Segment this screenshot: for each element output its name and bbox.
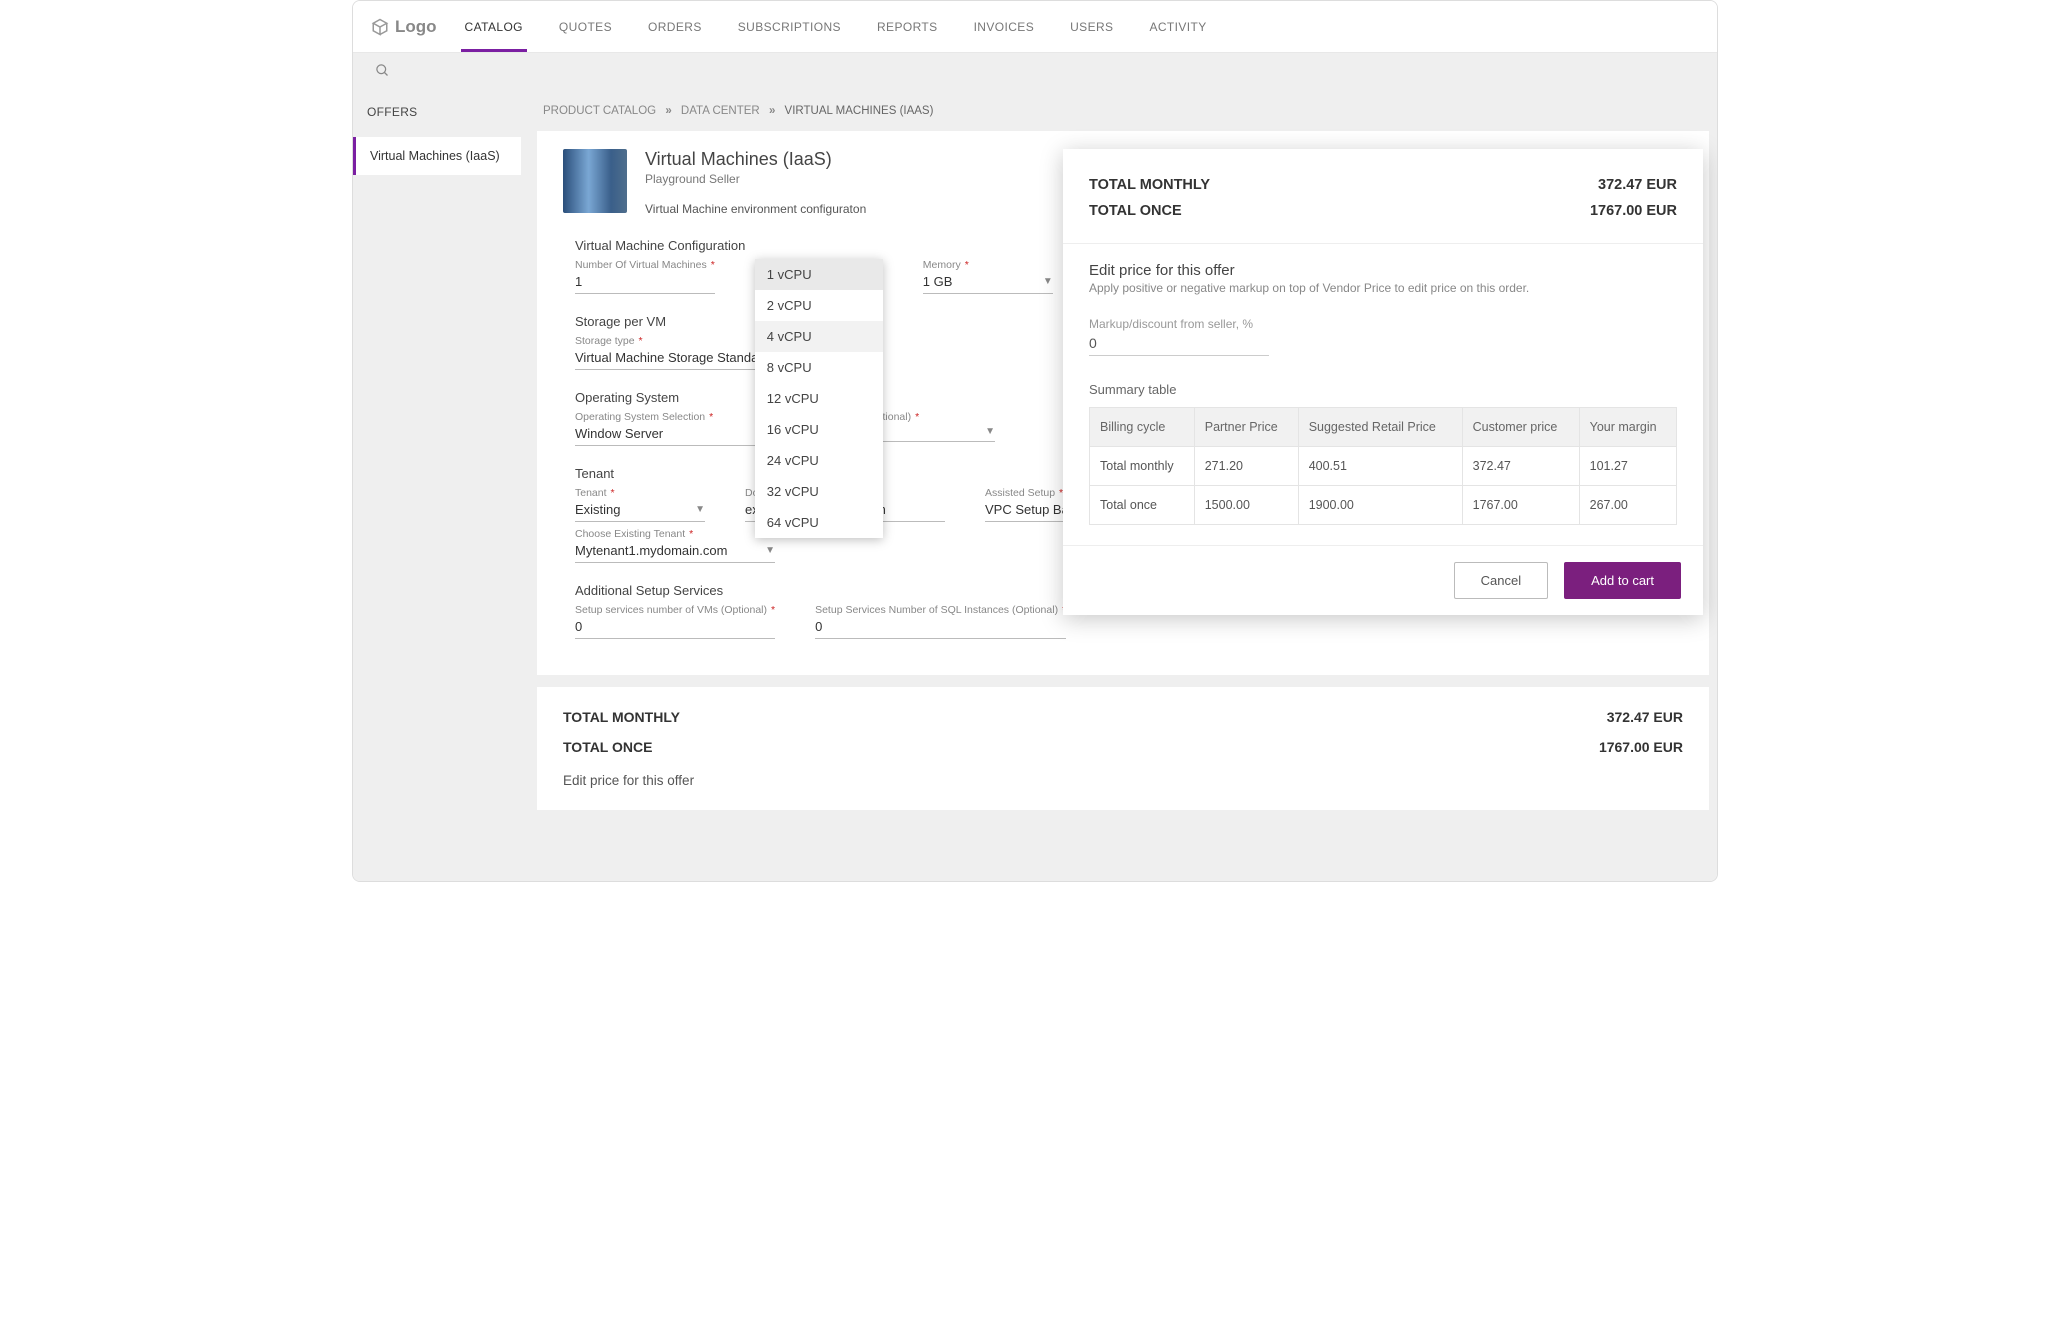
panel-edit-title: Edit price for this offer bbox=[1089, 262, 1677, 279]
panel-total-once-value: 1767.00 EUR bbox=[1590, 203, 1677, 219]
field-label: Memory* bbox=[923, 259, 1053, 271]
nav-catalog[interactable]: CATALOG bbox=[461, 2, 527, 52]
vcpu-option[interactable]: 8 vCPU bbox=[755, 352, 883, 383]
breadcrumb-item[interactable]: DATA CENTER bbox=[681, 105, 760, 117]
panel-edit-hint: Apply positive or negative markup on top… bbox=[1089, 281, 1677, 295]
num-vm-input[interactable]: 1 bbox=[575, 271, 715, 294]
pricing-panel: TOTAL MONTHLY 372.47 EUR TOTAL ONCE 1767… bbox=[1063, 149, 1703, 615]
total-once-label: TOTAL ONCE bbox=[563, 739, 652, 755]
vcpu-option[interactable]: 64 vCPU bbox=[755, 507, 883, 538]
existing-tenant-select[interactable]: Mytenant1.mydomain.com▼ bbox=[575, 540, 775, 563]
summary-table-label: Summary table bbox=[1089, 382, 1677, 397]
chevron-down-icon: ▼ bbox=[985, 426, 995, 437]
table-row: Total once 1500.00 1900.00 1767.00 267.0… bbox=[1090, 486, 1677, 525]
totals-card: TOTAL MONTHLY 372.47 EUR TOTAL ONCE 1767… bbox=[537, 687, 1709, 810]
nav-invoices[interactable]: INVOICES bbox=[970, 2, 1039, 52]
markup-label: Markup/discount from seller, % bbox=[1089, 317, 1677, 331]
table-row: Total monthly 271.20 400.51 372.47 101.2… bbox=[1090, 447, 1677, 486]
cube-icon bbox=[371, 18, 389, 36]
setup-sql-input[interactable]: 0 bbox=[815, 616, 1066, 639]
primary-nav: CATALOG QUOTES ORDERS SUBSCRIPTIONS REPO… bbox=[461, 2, 1211, 52]
edit-price-title: Edit price for this offer bbox=[563, 773, 1683, 788]
breadcrumb: PRODUCT CATALOG » DATA CENTER » VIRTUAL … bbox=[521, 91, 1717, 131]
total-monthly-label: TOTAL MONTHLY bbox=[563, 709, 680, 725]
sidebar: OFFERS Virtual Machines (IaaS) bbox=[353, 91, 521, 881]
th-srp: Suggested Retail Price bbox=[1298, 408, 1462, 447]
search-row bbox=[353, 53, 1717, 91]
breadcrumb-item: VIRTUAL MACHINES (IAAS) bbox=[785, 105, 934, 117]
summary-table: Billing cycle Partner Price Suggested Re… bbox=[1089, 407, 1677, 525]
vcpu-option[interactable]: 4 vCPU bbox=[755, 321, 883, 352]
vcpu-option[interactable]: 16 vCPU bbox=[755, 414, 883, 445]
nav-users[interactable]: USERS bbox=[1066, 2, 1117, 52]
tenant-select[interactable]: Existing▼ bbox=[575, 499, 705, 522]
markup-input[interactable]: 0 bbox=[1089, 331, 1269, 356]
panel-total-once-label: TOTAL ONCE bbox=[1089, 203, 1182, 219]
setup-vm-input[interactable]: 0 bbox=[575, 616, 775, 639]
th-partner-price: Partner Price bbox=[1194, 408, 1298, 447]
cancel-button[interactable]: Cancel bbox=[1454, 562, 1548, 599]
logo: Logo bbox=[371, 17, 437, 37]
vcpu-option[interactable]: 32 vCPU bbox=[755, 476, 883, 507]
field-label: Choose Existing Tenant* bbox=[575, 528, 775, 540]
th-customer-price: Customer price bbox=[1462, 408, 1579, 447]
panel-total-monthly-value: 372.47 EUR bbox=[1598, 177, 1677, 193]
field-label: Setup services number of VMs (Optional)* bbox=[575, 604, 775, 616]
sidebar-item-vm-iaas[interactable]: Virtual Machines (IaaS) bbox=[353, 137, 521, 175]
product-description: Virtual Machine environment configuraton bbox=[645, 202, 866, 216]
nav-activity[interactable]: ACTIVITY bbox=[1145, 2, 1210, 52]
vcpu-option[interactable]: 12 vCPU bbox=[755, 383, 883, 414]
product-title: Virtual Machines (IaaS) bbox=[645, 149, 866, 170]
top-bar: Logo CATALOG QUOTES ORDERS SUBSCRIPTIONS… bbox=[353, 1, 1717, 53]
vcpu-option[interactable]: 2 vCPU bbox=[755, 290, 883, 321]
product-vendor: Playground Seller bbox=[645, 172, 866, 186]
total-once-value: 1767.00 EUR bbox=[1599, 739, 1683, 755]
nav-quotes[interactable]: QUOTES bbox=[555, 2, 616, 52]
breadcrumb-item[interactable]: PRODUCT CATALOG bbox=[543, 105, 656, 117]
total-monthly-value: 372.47 EUR bbox=[1607, 709, 1683, 725]
add-to-cart-button[interactable]: Add to cart bbox=[1564, 562, 1681, 599]
th-margin: Your margin bbox=[1579, 408, 1676, 447]
field-label: Number Of Virtual Machines* bbox=[575, 259, 715, 271]
nav-orders[interactable]: ORDERS bbox=[644, 2, 706, 52]
memory-select[interactable]: 1 GB▼ bbox=[923, 271, 1053, 294]
logo-text: Logo bbox=[395, 17, 437, 37]
nav-subscriptions[interactable]: SUBSCRIPTIONS bbox=[734, 2, 845, 52]
chevron-down-icon: ▼ bbox=[765, 545, 775, 556]
sidebar-title: OFFERS bbox=[353, 105, 521, 137]
panel-total-monthly-label: TOTAL MONTHLY bbox=[1089, 177, 1210, 193]
chevron-down-icon: ▼ bbox=[1043, 276, 1053, 287]
product-image bbox=[563, 149, 627, 213]
field-label: Setup Services Number of SQL Instances (… bbox=[815, 604, 1066, 616]
search-icon[interactable] bbox=[375, 63, 390, 78]
os-optional-select[interactable]: ▼ bbox=[865, 423, 995, 442]
nav-reports[interactable]: REPORTS bbox=[873, 2, 942, 52]
vcpu-option[interactable]: 24 vCPU bbox=[755, 445, 883, 476]
vcpu-dropdown[interactable]: 1 vCPU 2 vCPU 4 vCPU 8 vCPU 12 vCPU 16 v… bbox=[755, 259, 883, 538]
field-label: Tenant* bbox=[575, 487, 705, 499]
vcpu-option[interactable]: 1 vCPU bbox=[755, 259, 883, 290]
chevron-down-icon: ▼ bbox=[695, 504, 705, 515]
field-label: (Optional)* bbox=[865, 411, 995, 423]
th-billing-cycle: Billing cycle bbox=[1090, 408, 1195, 447]
